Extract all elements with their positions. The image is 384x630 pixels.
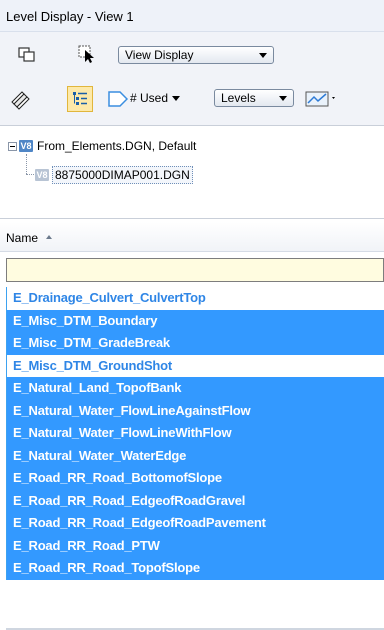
filter-tag-icon[interactable] — [107, 88, 129, 110]
edit-line-icon[interactable] — [304, 88, 338, 110]
copy-window-icon[interactable] — [16, 44, 38, 66]
tree-connector — [26, 174, 34, 175]
list-item[interactable]: E_Drainage_Culvert_CulvertTop — [7, 287, 384, 310]
toolbar-top: View Display — [0, 32, 384, 74]
list-item[interactable]: E_Natural_Land_TopofBank — [7, 377, 384, 400]
name-column-header[interactable]: Name — [0, 222, 384, 252]
tree-root-label: From_Elements.DGN, Default — [37, 139, 197, 153]
chevron-down-icon — [259, 53, 267, 58]
file-tree: V8 From_Elements.DGN, Default V8 8875000… — [0, 127, 384, 219]
levels-combo-value: Levels — [221, 91, 256, 105]
chevron-down-icon — [279, 96, 287, 101]
v8-file-icon: V8 — [35, 169, 49, 181]
v8-file-icon: V8 — [19, 140, 33, 152]
list-item[interactable]: E_Road_RR_Road_EdgeofRoadPavement — [7, 512, 384, 535]
list-item[interactable]: E_Natural_Water_FlowLineAgainstFlow — [7, 399, 384, 422]
list-item[interactable]: E_Natural_Water_WaterEdge — [7, 444, 384, 467]
list-item[interactable]: E_Road_RR_Road_PTW — [7, 534, 384, 557]
level-list: E_Drainage_Culvert_CulvertTop E_Misc_DTM_… — [6, 287, 384, 580]
name-filter-input[interactable] — [7, 259, 383, 281]
list-item[interactable]: E_Misc_DTM_GradeBreak — [7, 332, 384, 355]
toolbar-bottom: # Used Levels — [0, 74, 384, 126]
list-item[interactable]: E_Misc_DTM_Boundary — [7, 309, 384, 332]
chevron-down-icon — [172, 96, 181, 102]
cursor-select-icon[interactable] — [76, 43, 98, 65]
tree-child-label: 8875000DIMAP001.DGN — [52, 166, 193, 184]
list-item[interactable]: E_Road_RR_Road_TopofSlope — [7, 557, 384, 580]
used-dropdown-label: # Used — [130, 91, 169, 105]
tree-list-icon[interactable] — [67, 86, 93, 112]
filter-row[interactable] — [6, 258, 384, 282]
list-item[interactable]: E_Misc_DTM_GroundShot — [7, 354, 384, 377]
name-column-label: Name — [6, 231, 39, 245]
collapse-icon[interactable] — [8, 142, 17, 151]
used-dropdown[interactable]: # Used — [130, 91, 181, 105]
view-display-combo[interactable]: View Display — [118, 46, 274, 64]
list-item[interactable]: E_Natural_Water_FlowLineWithFlow — [7, 422, 384, 445]
list-item[interactable]: E_Road_RR_Road_BottomofSlope — [7, 467, 384, 490]
list-item[interactable]: E_Road_RR_Road_EdgeofRoadGravel — [7, 489, 384, 512]
sort-ascending-icon — [46, 235, 53, 239]
level-book-icon[interactable] — [10, 88, 32, 110]
tree-connector — [26, 154, 27, 174]
window-title: Level Display - View 1 — [0, 0, 384, 32]
view-display-value: View Display — [125, 48, 194, 62]
levels-combo[interactable]: Levels — [214, 89, 294, 107]
